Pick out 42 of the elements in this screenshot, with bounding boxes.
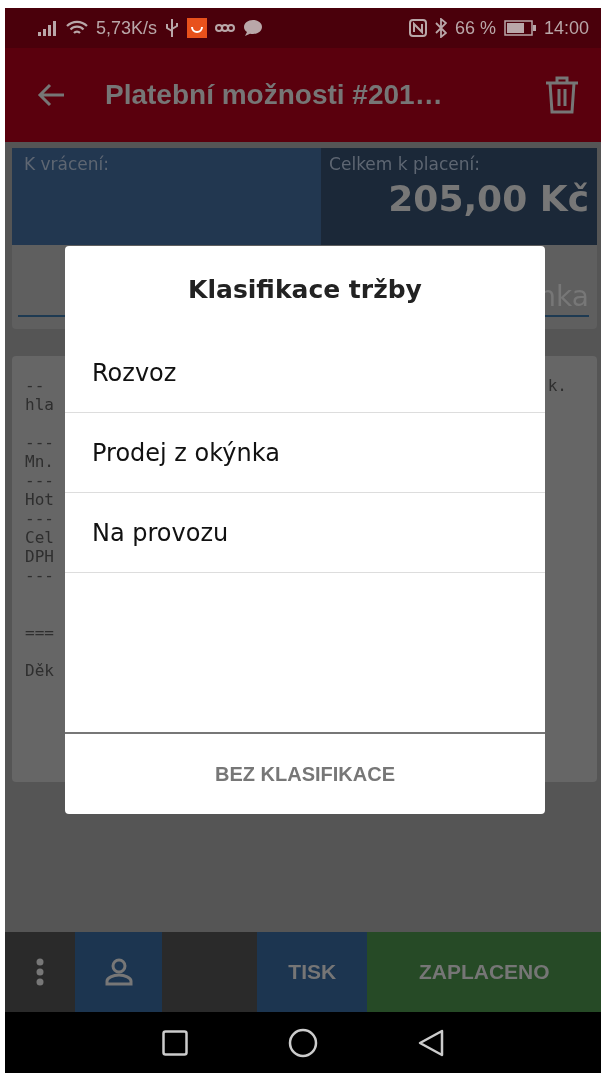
network-speed: 5,73K/s	[96, 17, 158, 39]
circle-icon[interactable]	[288, 1027, 318, 1058]
total-label: Celkem k placení:	[329, 154, 480, 174]
receipt-line: Hot	[25, 490, 54, 509]
back-arrow-icon[interactable]	[37, 83, 65, 107]
receipt-line: Mn.	[25, 452, 54, 471]
receipt-line: ---	[25, 566, 54, 585]
usb-icon	[165, 18, 180, 38]
dialog-title: Klasifikace tržby	[187, 274, 423, 306]
receipt-line: DPH	[25, 547, 54, 566]
receipt-line: hla	[25, 395, 54, 414]
receipt-line: --	[25, 376, 45, 395]
total-amount: 205,00 Kč	[388, 178, 589, 219]
dialog-option[interactable]: Prodej z okýnka	[65, 413, 545, 493]
bluetooth-icon	[434, 18, 447, 38]
triangle-icon[interactable]	[418, 1028, 444, 1057]
battery-icon	[503, 20, 536, 36]
infinity-icon	[215, 23, 236, 33]
shopping-bag-icon	[187, 18, 208, 38]
more-dots-icon	[36, 958, 44, 986]
receipt-line: Cel	[25, 528, 54, 547]
receipt-line: ---	[25, 509, 54, 528]
menu-button[interactable]	[5, 932, 75, 1012]
dialog-option[interactable]: Na provozu	[65, 493, 545, 573]
receipt-line: ===	[25, 623, 54, 642]
screen-title: Platební možnosti #201…	[105, 79, 444, 111]
receipt-line: ---	[25, 471, 54, 490]
dialog-option[interactable]: Rozvoz	[65, 333, 545, 413]
no-classification-button[interactable]: BEZ KLASIFIKACE	[65, 734, 545, 814]
battery-percent: 66 %	[454, 17, 496, 39]
receipt-line: ---	[25, 433, 54, 452]
change-label: K vrácení:	[24, 154, 110, 174]
nfc-icon	[408, 19, 427, 37]
trash-icon[interactable]	[545, 76, 579, 114]
customer-button[interactable]	[75, 932, 162, 1012]
clock-time: 14:00	[543, 17, 589, 39]
square-icon[interactable]	[162, 1029, 188, 1056]
person-icon	[104, 958, 133, 986]
receipt-line: k.	[547, 376, 567, 395]
signal-icon	[38, 20, 58, 36]
receipt-line: Děk	[25, 661, 54, 680]
chat-bubble-icon	[243, 19, 264, 37]
